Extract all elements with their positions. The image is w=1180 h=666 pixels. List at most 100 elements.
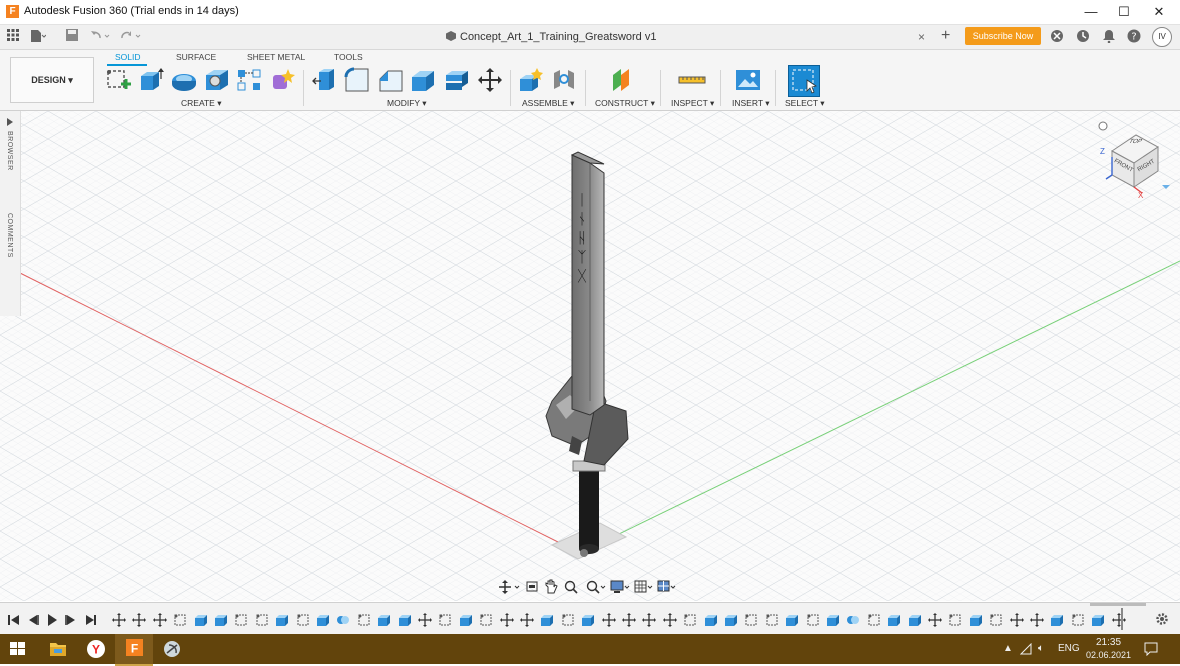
timeline-feature-sketch-icon[interactable]: [357, 613, 371, 630]
timeline-scrollbar[interactable]: [1090, 603, 1146, 606]
timeline-feature-sketch-icon[interactable]: [683, 613, 697, 630]
timeline-feature-move-icon[interactable]: [520, 613, 534, 630]
timeline-feature-extrude-icon[interactable]: [581, 613, 595, 630]
timeline-feature-extrude-icon[interactable]: [704, 613, 718, 630]
extensions-icon[interactable]: [1050, 29, 1064, 46]
timeline-feature-extrude-icon[interactable]: [826, 613, 840, 630]
timeline-feature-sketch-icon[interactable]: [744, 613, 758, 630]
timeline-feature-sketch-icon[interactable]: [479, 613, 493, 630]
minimize-button[interactable]: —: [1074, 2, 1108, 22]
timeline-feature-combine-icon[interactable]: [846, 613, 860, 630]
timeline-feature-extrude-icon[interactable]: [275, 613, 289, 630]
yandex-browser-icon[interactable]: Y: [82, 638, 110, 660]
tab-solid[interactable]: SOLID: [115, 52, 141, 62]
tab-surface[interactable]: SURFACE: [176, 52, 216, 62]
timeline-feature-move-icon[interactable]: [928, 613, 942, 630]
timeline-feature-extrude-icon[interactable]: [1091, 613, 1105, 630]
timeline-feature-sketch-icon[interactable]: [867, 613, 881, 630]
timeline-feature-combine-icon[interactable]: [336, 613, 350, 630]
timeline-feature-sketch-icon[interactable]: [296, 613, 310, 630]
new-component-icon[interactable]: [518, 67, 544, 93]
timeline-marker[interactable]: [1121, 608, 1123, 630]
timeline-feature-move-icon[interactable]: [662, 613, 677, 630]
timeline-feature-move-icon[interactable]: [132, 613, 147, 630]
timeline-feature-extrude-icon[interactable]: [540, 613, 554, 630]
revolve-icon[interactable]: [170, 67, 196, 93]
app-grid-icon[interactable]: [5, 29, 21, 45]
insert-image-icon[interactable]: [735, 67, 761, 93]
volume-icon[interactable]: 🔈︎: [1038, 643, 1044, 654]
timeline-settings-gear-icon[interactable]: [1155, 612, 1169, 629]
timeline-feature-move-icon[interactable]: [1009, 613, 1024, 630]
select-menu[interactable]: SELECT ▾: [785, 98, 825, 109]
viewcube[interactable]: TOP FRONT RIGHT Z X: [1098, 119, 1172, 201]
combine-icon[interactable]: [444, 67, 470, 93]
timeline-feature-extrude-icon[interactable]: [969, 613, 983, 630]
3d-canvas-viewport[interactable]: ᛁ ᚾ ᚺ ᛉ ᚷ TOP FRONT RIGHT Z X: [0, 111, 1180, 601]
redo-icon[interactable]: [120, 29, 141, 45]
timeline-feature-list[interactable]: [112, 611, 1132, 629]
offset-plane-icon[interactable]: [609, 67, 635, 93]
fillet-icon[interactable]: [344, 67, 370, 93]
app-taskbar-icon[interactable]: [158, 638, 186, 660]
inspect-menu[interactable]: INSPECT ▾: [671, 98, 714, 109]
timeline-feature-extrude-icon[interactable]: [214, 613, 228, 630]
create-sketch-icon[interactable]: [106, 67, 132, 93]
maximize-button[interactable]: ☐: [1107, 2, 1141, 22]
press-pull-icon[interactable]: [311, 67, 337, 93]
timeline-feature-move-icon[interactable]: [152, 613, 167, 630]
tray-overflow-icon[interactable]: ▲: [1003, 643, 1013, 654]
timeline-feature-sketch-icon[interactable]: [234, 613, 248, 630]
timeline-feature-sketch-icon[interactable]: [255, 613, 269, 630]
user-avatar[interactable]: IV: [1152, 27, 1172, 47]
close-tab-button[interactable]: ×: [918, 30, 925, 44]
file-explorer-icon[interactable]: [44, 638, 72, 660]
browser-panel-tab[interactable]: BROWSER: [6, 131, 13, 171]
browser-expand-icon[interactable]: [5, 117, 15, 127]
create-form-icon[interactable]: [270, 67, 296, 93]
tab-tools[interactable]: TOOLS: [334, 52, 363, 62]
clock-date[interactable]: 02.06.2021: [1086, 650, 1131, 660]
timeline-feature-extrude-icon[interactable]: [908, 613, 922, 630]
timeline-feature-sketch-icon[interactable]: [948, 613, 962, 630]
measure-icon[interactable]: [678, 67, 706, 93]
timeline-feature-move-icon[interactable]: [1030, 613, 1044, 630]
save-icon[interactable]: [64, 29, 80, 45]
create-menu[interactable]: CREATE ▾: [181, 98, 221, 109]
extrude-icon[interactable]: [138, 67, 164, 93]
timeline-feature-move-icon[interactable]: [622, 613, 636, 630]
joint-icon[interactable]: [551, 67, 577, 93]
timeline-feature-extrude-icon[interactable]: [194, 613, 208, 630]
chamfer-icon[interactable]: [378, 67, 404, 93]
timeline-feature-sketch-icon[interactable]: [806, 613, 820, 630]
new-tab-button[interactable]: +: [941, 27, 950, 45]
timeline-feature-move-icon[interactable]: [418, 613, 432, 630]
hole-icon[interactable]: [204, 67, 230, 93]
file-menu-icon[interactable]: [30, 29, 47, 45]
timeline-feature-extrude-icon[interactable]: [887, 613, 901, 630]
timeline-feature-extrude-icon[interactable]: [785, 613, 799, 630]
timeline-feature-move-icon[interactable]: [601, 613, 616, 630]
timeline-playback-controls[interactable]: [7, 613, 97, 627]
timeline-feature-sketch-icon[interactable]: [438, 613, 452, 630]
timeline-feature-move-icon[interactable]: [112, 613, 126, 630]
shell-icon[interactable]: [410, 67, 436, 93]
comments-panel-tab[interactable]: COMMENTS: [6, 213, 13, 258]
select-icon[interactable]: [788, 65, 820, 97]
timeline-feature-extrude-icon[interactable]: [316, 613, 330, 630]
undo-icon[interactable]: [90, 29, 110, 45]
timeline-feature-extrude-icon[interactable]: [1050, 613, 1064, 630]
clock-time[interactable]: 21:35: [1096, 637, 1121, 648]
close-window-button[interactable]: ✕: [1142, 2, 1176, 22]
timeline-feature-sketch-icon[interactable]: [989, 613, 1003, 630]
timeline-feature-extrude-icon[interactable]: [377, 613, 391, 630]
construct-menu[interactable]: CONSTRUCT ▾: [595, 98, 655, 109]
notification-center-icon[interactable]: [1144, 642, 1158, 659]
timeline-feature-move-icon[interactable]: [499, 613, 514, 630]
fusion-taskbar-icon[interactable]: F: [115, 634, 153, 666]
workspace-switcher-button[interactable]: DESIGN ▾: [10, 57, 94, 103]
timeline-feature-move-icon[interactable]: [1111, 613, 1126, 630]
network-icon[interactable]: [1019, 642, 1032, 658]
windows-start-icon[interactable]: [4, 638, 32, 660]
tab-sheet-metal[interactable]: SHEET METAL: [247, 52, 305, 62]
